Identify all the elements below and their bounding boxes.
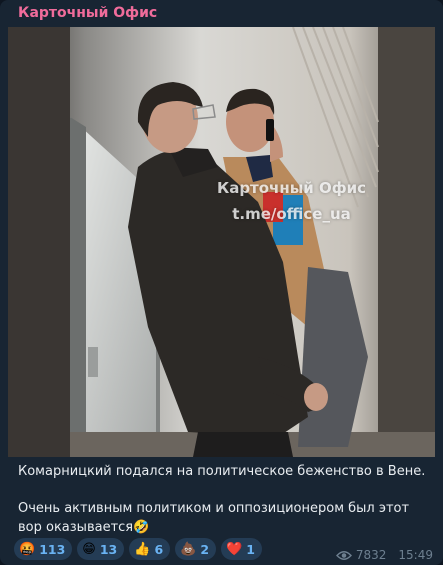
- reaction-count: 13: [99, 541, 118, 557]
- reactions-bar: 🤬 113 😁 13 👍 6 💩 2 ❤️ 1: [14, 538, 262, 560]
- grin-face-icon: 😁: [82, 541, 96, 557]
- photo[interactable]: Карточный Офис t.me/office_ua: [8, 27, 435, 457]
- reaction-heart[interactable]: ❤️ 1: [221, 538, 262, 560]
- reaction-poop[interactable]: 💩 2: [175, 538, 217, 560]
- message-time: 15:49: [398, 548, 433, 562]
- reaction-count: 6: [154, 541, 164, 557]
- photo-image: [8, 27, 435, 457]
- poop-icon: 💩: [180, 541, 197, 557]
- reaction-count: 2: [200, 541, 210, 557]
- message-text-line1: Комарницкий подался на политическое беже…: [18, 464, 426, 479]
- view-count: 7832: [355, 548, 387, 562]
- reaction-count: 1: [246, 541, 255, 557]
- angry-face-icon: 🤬: [19, 541, 36, 557]
- reaction-angry[interactable]: 🤬 113: [14, 538, 73, 560]
- message-bubble: Карточный Офис Карточный Офис t.me/offic…: [0, 0, 443, 565]
- thumbs-up-icon: 👍: [134, 541, 151, 557]
- message-text-line2: Очень активным политиком и оппозиционеро…: [18, 501, 410, 535]
- reaction-thumbs-up[interactable]: 👍 6: [129, 538, 171, 560]
- heart-icon: ❤️: [226, 541, 243, 557]
- reaction-grin[interactable]: 😁 13: [77, 538, 125, 560]
- message-meta: 7832 15:49: [335, 548, 433, 562]
- eye-icon: [335, 550, 352, 560]
- reaction-count: 113: [39, 541, 66, 557]
- channel-name[interactable]: Карточный Офис: [18, 5, 157, 21]
